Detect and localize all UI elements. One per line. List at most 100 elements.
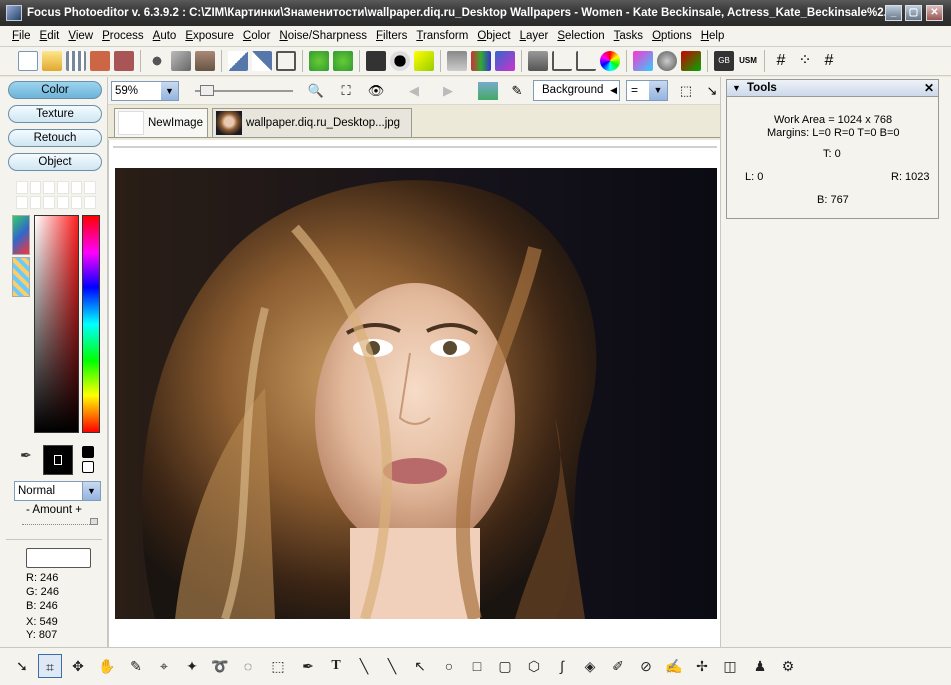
blend-mode-select[interactable]: Normal ▼ [14, 481, 101, 501]
tab-newimage[interactable]: NewImage [114, 108, 208, 137]
menu-options[interactable]: Options [652, 30, 692, 42]
effects-icon[interactable]: ⚙ [776, 654, 800, 678]
channels-icon[interactable] [471, 51, 491, 71]
magic-wand-icon[interactable]: ✦ [180, 654, 204, 678]
menu-view[interactable]: View [68, 30, 93, 42]
zoom-actual-icon[interactable]: 🔍 [306, 82, 326, 100]
replace-color-icon[interactable] [681, 51, 701, 71]
clone-icon[interactable]: ⊘ [634, 654, 658, 678]
grid3-icon[interactable]: # [819, 51, 839, 71]
save-icon[interactable] [90, 51, 110, 71]
select-area-icon[interactable]: ⬚ [676, 82, 696, 100]
rounded-rect-icon[interactable]: ▢ [493, 654, 517, 678]
menu-layer[interactable]: Layer [520, 30, 549, 42]
swatches-tab[interactable] [12, 257, 30, 297]
retouch-icon[interactable]: ✢ [690, 654, 714, 678]
grid-icon[interactable]: # [771, 51, 791, 71]
palette-icon[interactable] [657, 51, 677, 71]
redo-icon[interactable]: ▶ [438, 82, 458, 100]
hand-tool-icon[interactable]: ✋ [95, 654, 119, 678]
zoom-fit-icon[interactable]: ⛶ [336, 82, 356, 100]
text-tool-icon[interactable]: T [324, 654, 348, 678]
texture-mode-button[interactable]: Texture [8, 105, 102, 123]
line-tool-icon[interactable]: ╲ [380, 654, 404, 678]
cut-icon[interactable] [147, 51, 167, 71]
stamp-icon[interactable]: ♟ [748, 654, 772, 678]
resize-icon[interactable] [495, 51, 515, 71]
zoom-select[interactable]: 59% ▼ [111, 81, 179, 101]
gb-icon[interactable]: GB [714, 51, 734, 71]
menu-auto[interactable]: Auto [153, 30, 177, 42]
menu-help[interactable]: Help [701, 30, 725, 42]
image-icon[interactable] [478, 82, 498, 100]
color-picker-tab[interactable] [12, 215, 30, 255]
object-mode-button[interactable]: Object [8, 153, 102, 171]
print-icon[interactable] [528, 51, 548, 71]
fill-tool-icon[interactable]: ◈ [578, 654, 602, 678]
histogram-icon[interactable] [390, 51, 410, 71]
open-icon[interactable] [42, 51, 62, 71]
color-mode-button[interactable]: Color [8, 81, 102, 99]
freehand-select-icon[interactable]: ◌ [236, 654, 260, 678]
menu-exposure[interactable]: Exposure [185, 30, 234, 42]
ellipse-tool-icon[interactable]: ○ [437, 654, 461, 678]
color-wheel-icon[interactable] [600, 51, 620, 71]
canvas-area[interactable] [108, 140, 720, 647]
pen-tool-icon[interactable]: ╲ [352, 654, 376, 678]
browse-icon[interactable] [66, 51, 86, 71]
save-as-icon[interactable] [114, 51, 134, 71]
layer-select[interactable]: Background ◀ [533, 80, 620, 101]
rect-select-icon[interactable]: ⬚ [266, 654, 290, 678]
enhance-icon[interactable] [414, 51, 434, 71]
menu-tasks[interactable]: Tasks [614, 30, 643, 42]
arrow-line-icon[interactable]: ↖ [408, 654, 432, 678]
paste-icon[interactable] [195, 51, 215, 71]
grid2-icon[interactable]: ⁘ [795, 51, 815, 71]
maximize-button[interactable]: ▢ [905, 5, 922, 21]
collapse-icon[interactable]: ▼ [732, 80, 741, 96]
menu-color[interactable]: Color [243, 30, 271, 42]
preview-eye-icon[interactable]: 👁 [366, 82, 386, 100]
menu-filters[interactable]: Filters [376, 30, 407, 42]
screenshot-icon[interactable] [366, 51, 386, 71]
curve-tool-icon[interactable]: ∫ [550, 654, 574, 678]
balance-icon[interactable] [447, 51, 467, 71]
paint-icon[interactable]: ✍ [662, 654, 686, 678]
menu-file[interactable]: File [12, 30, 31, 42]
lasso-icon[interactable]: ➰ [208, 654, 232, 678]
black-color-button[interactable] [82, 446, 94, 458]
hue-icon[interactable] [633, 51, 653, 71]
foreground-color[interactable] [43, 445, 73, 475]
recent-colors[interactable] [16, 181, 96, 209]
tools-panel-header[interactable]: ▼ Tools ✕ [727, 80, 938, 97]
zoom-slider[interactable] [195, 85, 293, 96]
menu-transform[interactable]: Transform [416, 30, 468, 42]
hexagon-icon[interactable]: ⬡ [522, 654, 546, 678]
compare-select[interactable]: = ▼ [626, 80, 668, 101]
crop-icon[interactable] [276, 51, 296, 71]
menu-process[interactable]: Process [102, 30, 144, 42]
rect-tool-icon[interactable]: □ [465, 654, 489, 678]
eraser-icon[interactable]: ◫ [718, 654, 742, 678]
eyedropper-icon[interactable]: ✒ [296, 654, 320, 678]
amount-slider[interactable] [22, 518, 98, 525]
menu-selection[interactable]: Selection [557, 30, 604, 42]
export-icon[interactable]: ↘ [702, 82, 722, 100]
auto-fix-icon[interactable] [309, 51, 329, 71]
close-button[interactable]: ✕ [926, 5, 943, 21]
crop-tool-icon[interactable]: ⌗ [38, 654, 62, 678]
saturation-value-picker[interactable] [34, 215, 79, 433]
menu-object[interactable]: Object [477, 30, 510, 42]
level-icon[interactable] [576, 51, 596, 71]
white-color-button[interactable] [82, 461, 94, 473]
mirror-icon[interactable] [228, 51, 248, 71]
undo-icon[interactable]: ◀ [404, 82, 424, 100]
eyedropper-icon[interactable]: ✒ [20, 447, 32, 464]
curve-icon[interactable] [552, 51, 572, 71]
slider-knob[interactable] [90, 518, 98, 525]
close-icon[interactable]: ✕ [924, 80, 934, 96]
magic-select-icon[interactable]: ⌖ [152, 654, 176, 678]
slider-knob[interactable] [200, 85, 214, 96]
usm-icon[interactable]: USM [738, 51, 758, 71]
flip-icon[interactable] [252, 51, 272, 71]
